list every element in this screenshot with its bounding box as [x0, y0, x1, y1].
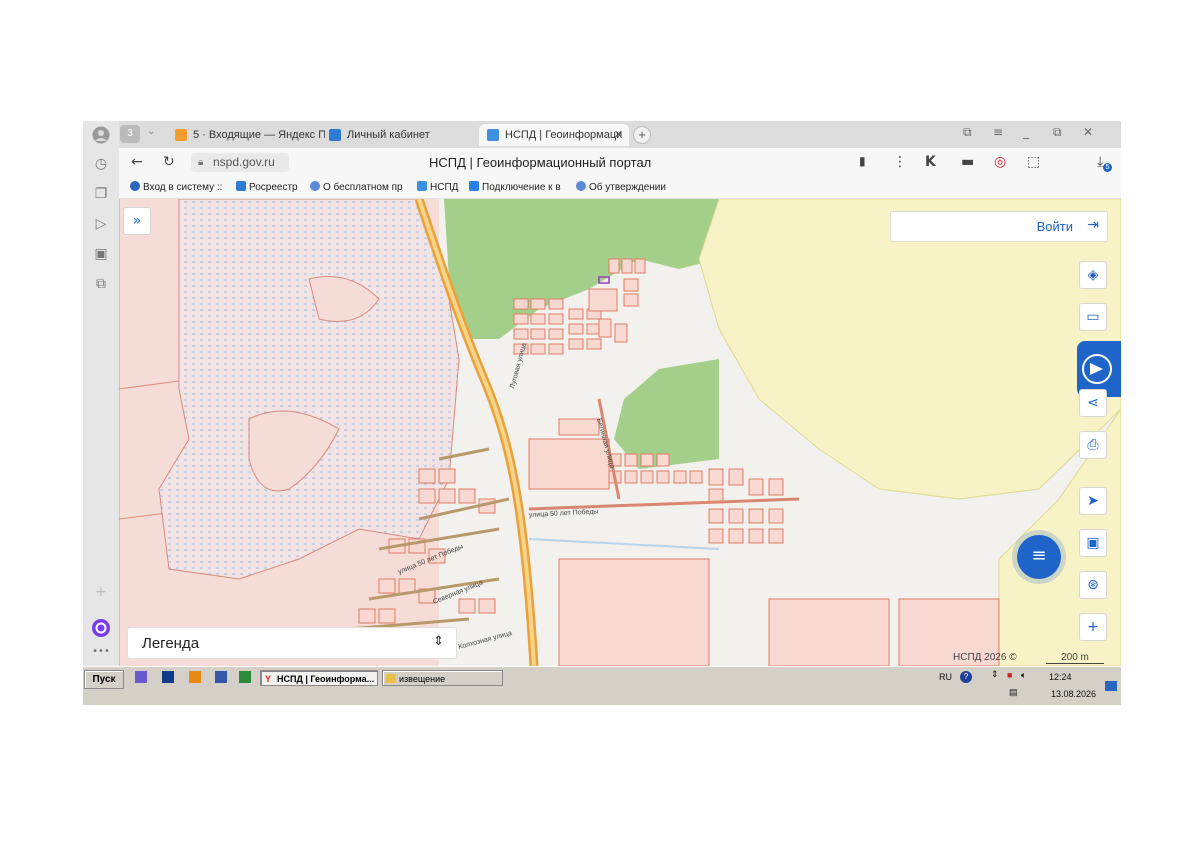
volume-icon[interactable]: 🔈︎ [1021, 670, 1026, 681]
legend-panel[interactable]: Легенда ⇕ [127, 627, 457, 659]
lock-icon: 🔒︎ [198, 157, 204, 168]
start-button[interactable]: Пуск [84, 670, 124, 689]
bookmark-login[interactable]: Вход в систему :: [130, 181, 222, 193]
tab-cabinet[interactable]: Личный кабинет [329, 124, 479, 146]
bookmark-rosreestr[interactable]: Росреестр [236, 181, 298, 193]
tab-mail[interactable]: 5 · Входящие — Яндекс П [175, 124, 325, 146]
bookmark-icon[interactable]: ▮ [859, 154, 866, 168]
clock-time[interactable]: 12:24 [1049, 672, 1072, 682]
street-label: Колхозная улица [458, 630, 513, 651]
tab-nspd[interactable]: НСПД | Геоинформаци ✕ [479, 124, 629, 146]
quicklaunch-books-icon[interactable] [135, 671, 147, 683]
alice-icon[interactable] [92, 619, 110, 637]
rosreestr-icon [329, 129, 341, 142]
map-attribution: НСПД 2026 © [953, 652, 1017, 663]
consultant-icon [310, 181, 320, 191]
scale-bar: 200 m [1046, 652, 1104, 664]
rosreestr-icon [236, 181, 246, 191]
video-icon [469, 181, 479, 191]
help-icon[interactable]: ? [960, 671, 972, 683]
share-button[interactable]: ⋖ [1079, 389, 1107, 417]
nspd-icon [487, 129, 499, 142]
add-icon[interactable]: + [92, 583, 110, 601]
login-button[interactable]: Войти ⇥ [890, 211, 1108, 242]
extension-k-icon[interactable]: K [925, 154, 936, 170]
tab-strip: 3 ⌄ 5 · Входящие — Яндекс П Личный кабин… [119, 121, 1121, 148]
more-icon[interactable]: ••• [92, 643, 110, 661]
reload-icon[interactable]: ↻ [163, 154, 175, 170]
quicklaunch-excel-icon[interactable] [239, 671, 251, 683]
collections-icon[interactable]: ❐ [92, 185, 110, 203]
tabs-count-icon[interactable]: ▣ [92, 245, 110, 263]
play-icon[interactable]: ▷ [92, 215, 110, 233]
clock-date: 13.08.2026 [1051, 689, 1097, 699]
extension-target-icon[interactable]: ◎ [994, 154, 1006, 170]
menu-icon[interactable]: ≡ [993, 125, 1003, 139]
expand-panel-button[interactable]: » [123, 207, 151, 235]
map-mode-button[interactable]: ▣ [1079, 529, 1107, 557]
map-view[interactable]: Луговая улица Бегинная улица улица 50 ле… [119, 199, 1121, 666]
stream [528, 538, 720, 550]
locate-button[interactable]: ➤ [1079, 487, 1107, 515]
page-title: НСПД | Геоинформационный портал [429, 155, 652, 170]
url-field[interactable]: 🔒︎ nspd.gov.ru [191, 153, 289, 172]
map-canvas: Луговая улица Бегинная улица улица 50 ле… [119, 199, 1121, 666]
browser-sidebar: ◷ ❐ ▷ ▣ ⧉ + ••• [83, 121, 120, 666]
chat-button[interactable]: ≡ [1017, 535, 1061, 579]
bookmark-connect[interactable]: Подключение к в [469, 181, 561, 193]
screenshot-icon[interactable]: ⧉ [92, 275, 110, 293]
extension-puzzle-icon[interactable]: ⬚ [1027, 154, 1040, 170]
print-button[interactable]: ⎙ [1079, 431, 1107, 459]
new-tab-button[interactable]: + [633, 126, 651, 144]
tray-network-icon[interactable]: ▤ [1009, 687, 1018, 698]
extension-shield-icon[interactable]: ▬ [961, 154, 974, 170]
kebab-menu-icon[interactable]: ⋮ [893, 154, 907, 170]
folder-icon [386, 674, 396, 683]
login-icon: ⇥ [1087, 217, 1099, 233]
downloads-badge: 5 [1103, 163, 1112, 172]
task-nspd[interactable]: Y НСПД | Геоинформа... [260, 670, 378, 686]
zoom-in-button[interactable]: + [1079, 613, 1107, 641]
nspd-icon [417, 181, 427, 191]
screen: ◷ ❐ ▷ ▣ ⧉ + ••• 3 ⌄ 5 · Входящие — Яндек… [83, 121, 1121, 705]
minimize-icon[interactable]: _ [1023, 125, 1029, 139]
language-indicator[interactable]: RU [939, 672, 952, 682]
tray-arrows-icon[interactable]: ⇕ [991, 669, 999, 680]
bookmark-nspd[interactable]: НСПД [417, 181, 458, 193]
street-label: Луговая улица [509, 342, 528, 389]
profile-icon[interactable] [92, 126, 110, 144]
restore-icon[interactable]: ⧉ [1053, 125, 1062, 140]
close-window-icon[interactable]: ✕ [1083, 125, 1093, 139]
expand-collapse-icon: ⇕ [433, 634, 444, 649]
consultant-icon [576, 181, 586, 191]
tabs-dropdown-icon[interactable]: ⌄ [147, 126, 155, 137]
measure-button[interactable]: ▭ [1079, 303, 1107, 331]
close-tab-icon[interactable]: ✕ [614, 124, 623, 146]
tab-count-badge[interactable]: 3 [120, 125, 140, 143]
quicklaunch-illustrator-icon[interactable] [189, 671, 201, 683]
quicklaunch-photoshop-icon[interactable] [162, 671, 174, 683]
gosuslugi-icon [130, 181, 140, 191]
address-bar: ← ↻ 🔒︎ nspd.gov.ru НСПД | Геоинформацион… [119, 148, 1121, 178]
back-icon[interactable]: ← [131, 154, 143, 170]
tray-security-icon[interactable]: ■ [1007, 670, 1012, 680]
wetland-area [158, 199, 460, 580]
mail-icon [175, 129, 187, 142]
bookmark-approval[interactable]: Об утверждении [576, 181, 666, 193]
history-icon[interactable]: ◷ [92, 155, 110, 173]
quicklaunch-save-icon[interactable] [215, 671, 227, 683]
task-notice[interactable]: извещение [382, 670, 503, 686]
yellow-zone [698, 199, 1121, 500]
bookmark-free[interactable]: О бесплатном пр [310, 181, 403, 193]
taskbar: Пуск Y НСПД | Геоинформа... извещение RU… [83, 666, 1121, 705]
search-area-button[interactable]: ⊛ [1079, 571, 1107, 599]
forest-east [614, 359, 719, 469]
show-desktop-icon[interactable] [1105, 681, 1117, 691]
bookmarks-bar: Вход в систему :: Росреестр О бесплатном… [119, 178, 1121, 199]
layers-button[interactable]: ◈ [1079, 261, 1107, 289]
street-label: Северная улица [432, 579, 484, 605]
yandex-icon: Y [265, 674, 272, 684]
tab-manager-icon[interactable]: ⧉ [963, 125, 972, 140]
